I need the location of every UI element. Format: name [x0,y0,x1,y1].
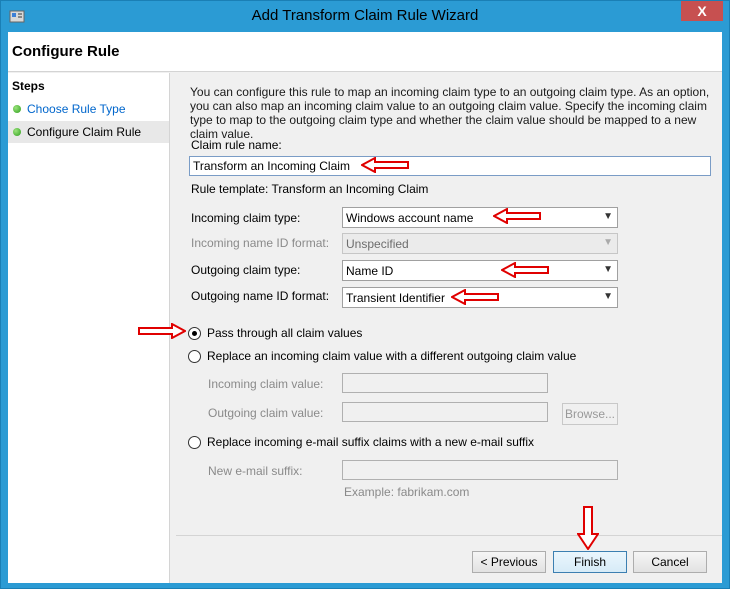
new-email-suffix-input [342,460,618,480]
cancel-button[interactable]: Cancel [633,551,707,573]
select-value: Transient Identifier [346,291,445,305]
wizard-footer: < Previous Finish Cancel [176,535,722,583]
replace-value-label[interactable]: Replace an incoming claim value with a d… [207,349,576,363]
wizard-window: Add Transform Claim Rule Wizard X Config… [0,0,730,589]
title-bar[interactable]: Add Transform Claim Rule Wizard X [1,1,729,32]
page-header: Configure Rule [8,32,722,72]
annotation-arrow-left-icon [501,262,549,278]
email-suffix-radio[interactable] [188,436,201,449]
finish-button[interactable]: Finish [553,551,627,573]
step-choose-rule-type[interactable]: Choose Rule Type [8,98,169,120]
chevron-down-icon: ▼ [603,237,613,248]
incoming-claim-type-select[interactable]: Windows account name ▼ [342,207,618,228]
steps-title: Steps [12,79,45,93]
client-area: Configure Rule Steps Choose Rule Type Co… [8,32,722,583]
outgoing-claim-type-label: Outgoing claim type: [191,263,301,277]
annotation-arrow-left-icon [493,208,541,224]
incoming-claim-value-input [342,373,548,393]
step-label: Configure Claim Rule [27,125,142,139]
step-label: Choose Rule Type [27,102,126,116]
window-title: Add Transform Claim Rule Wizard [251,7,479,24]
step-current-icon [13,128,21,136]
new-email-suffix-label: New e-mail suffix: [208,464,303,478]
select-value: Name ID [346,264,394,278]
incoming-claim-type-label: Incoming claim type: [191,211,301,225]
replace-value-radio[interactable] [188,350,201,363]
incoming-name-id-format-select: Unspecified ▼ [342,233,618,254]
close-button[interactable]: X [681,1,723,21]
chevron-down-icon: ▼ [603,264,613,275]
browse-button[interactable]: Browse... [562,403,618,425]
annotation-arrow-left-icon [361,157,409,173]
claim-rule-name-input[interactable]: Transform an Incoming Claim [189,156,711,176]
email-suffix-label[interactable]: Replace incoming e-mail suffix claims wi… [207,435,534,449]
step-complete-icon [13,105,21,113]
claim-rule-name-label: Claim rule name: [191,138,282,152]
annotation-arrow-right-icon [138,323,186,339]
annotation-arrow-down-icon [577,506,599,550]
main-panel: You can configure this rule to map an in… [176,73,722,535]
pass-through-label[interactable]: Pass through all claim values [207,326,362,340]
step-configure-claim-rule[interactable]: Configure Claim Rule [8,121,169,143]
intro-text: You can configure this rule to map an in… [190,85,710,141]
select-value: Windows account name [346,211,474,225]
rule-template-text: Rule template: Transform an Incoming Cla… [191,182,429,196]
outgoing-claim-value-label: Outgoing claim value: [208,406,324,420]
email-example-text: Example: fabrikam.com [344,485,470,499]
pass-through-radio[interactable] [188,327,201,340]
chevron-down-icon: ▼ [603,291,613,302]
page-title: Configure Rule [12,43,120,60]
chevron-down-icon: ▼ [603,211,613,222]
outgoing-claim-type-select[interactable]: Name ID ▼ [342,260,618,281]
previous-button[interactable]: < Previous [472,551,546,573]
outgoing-name-id-format-label: Outgoing name ID format: [191,289,330,303]
select-value: Unspecified [346,237,409,251]
incoming-name-id-format-label: Incoming name ID format: [191,236,330,250]
incoming-claim-value-label: Incoming claim value: [208,377,324,391]
annotation-arrow-left-icon [451,289,499,305]
outgoing-claim-value-input [342,402,548,422]
